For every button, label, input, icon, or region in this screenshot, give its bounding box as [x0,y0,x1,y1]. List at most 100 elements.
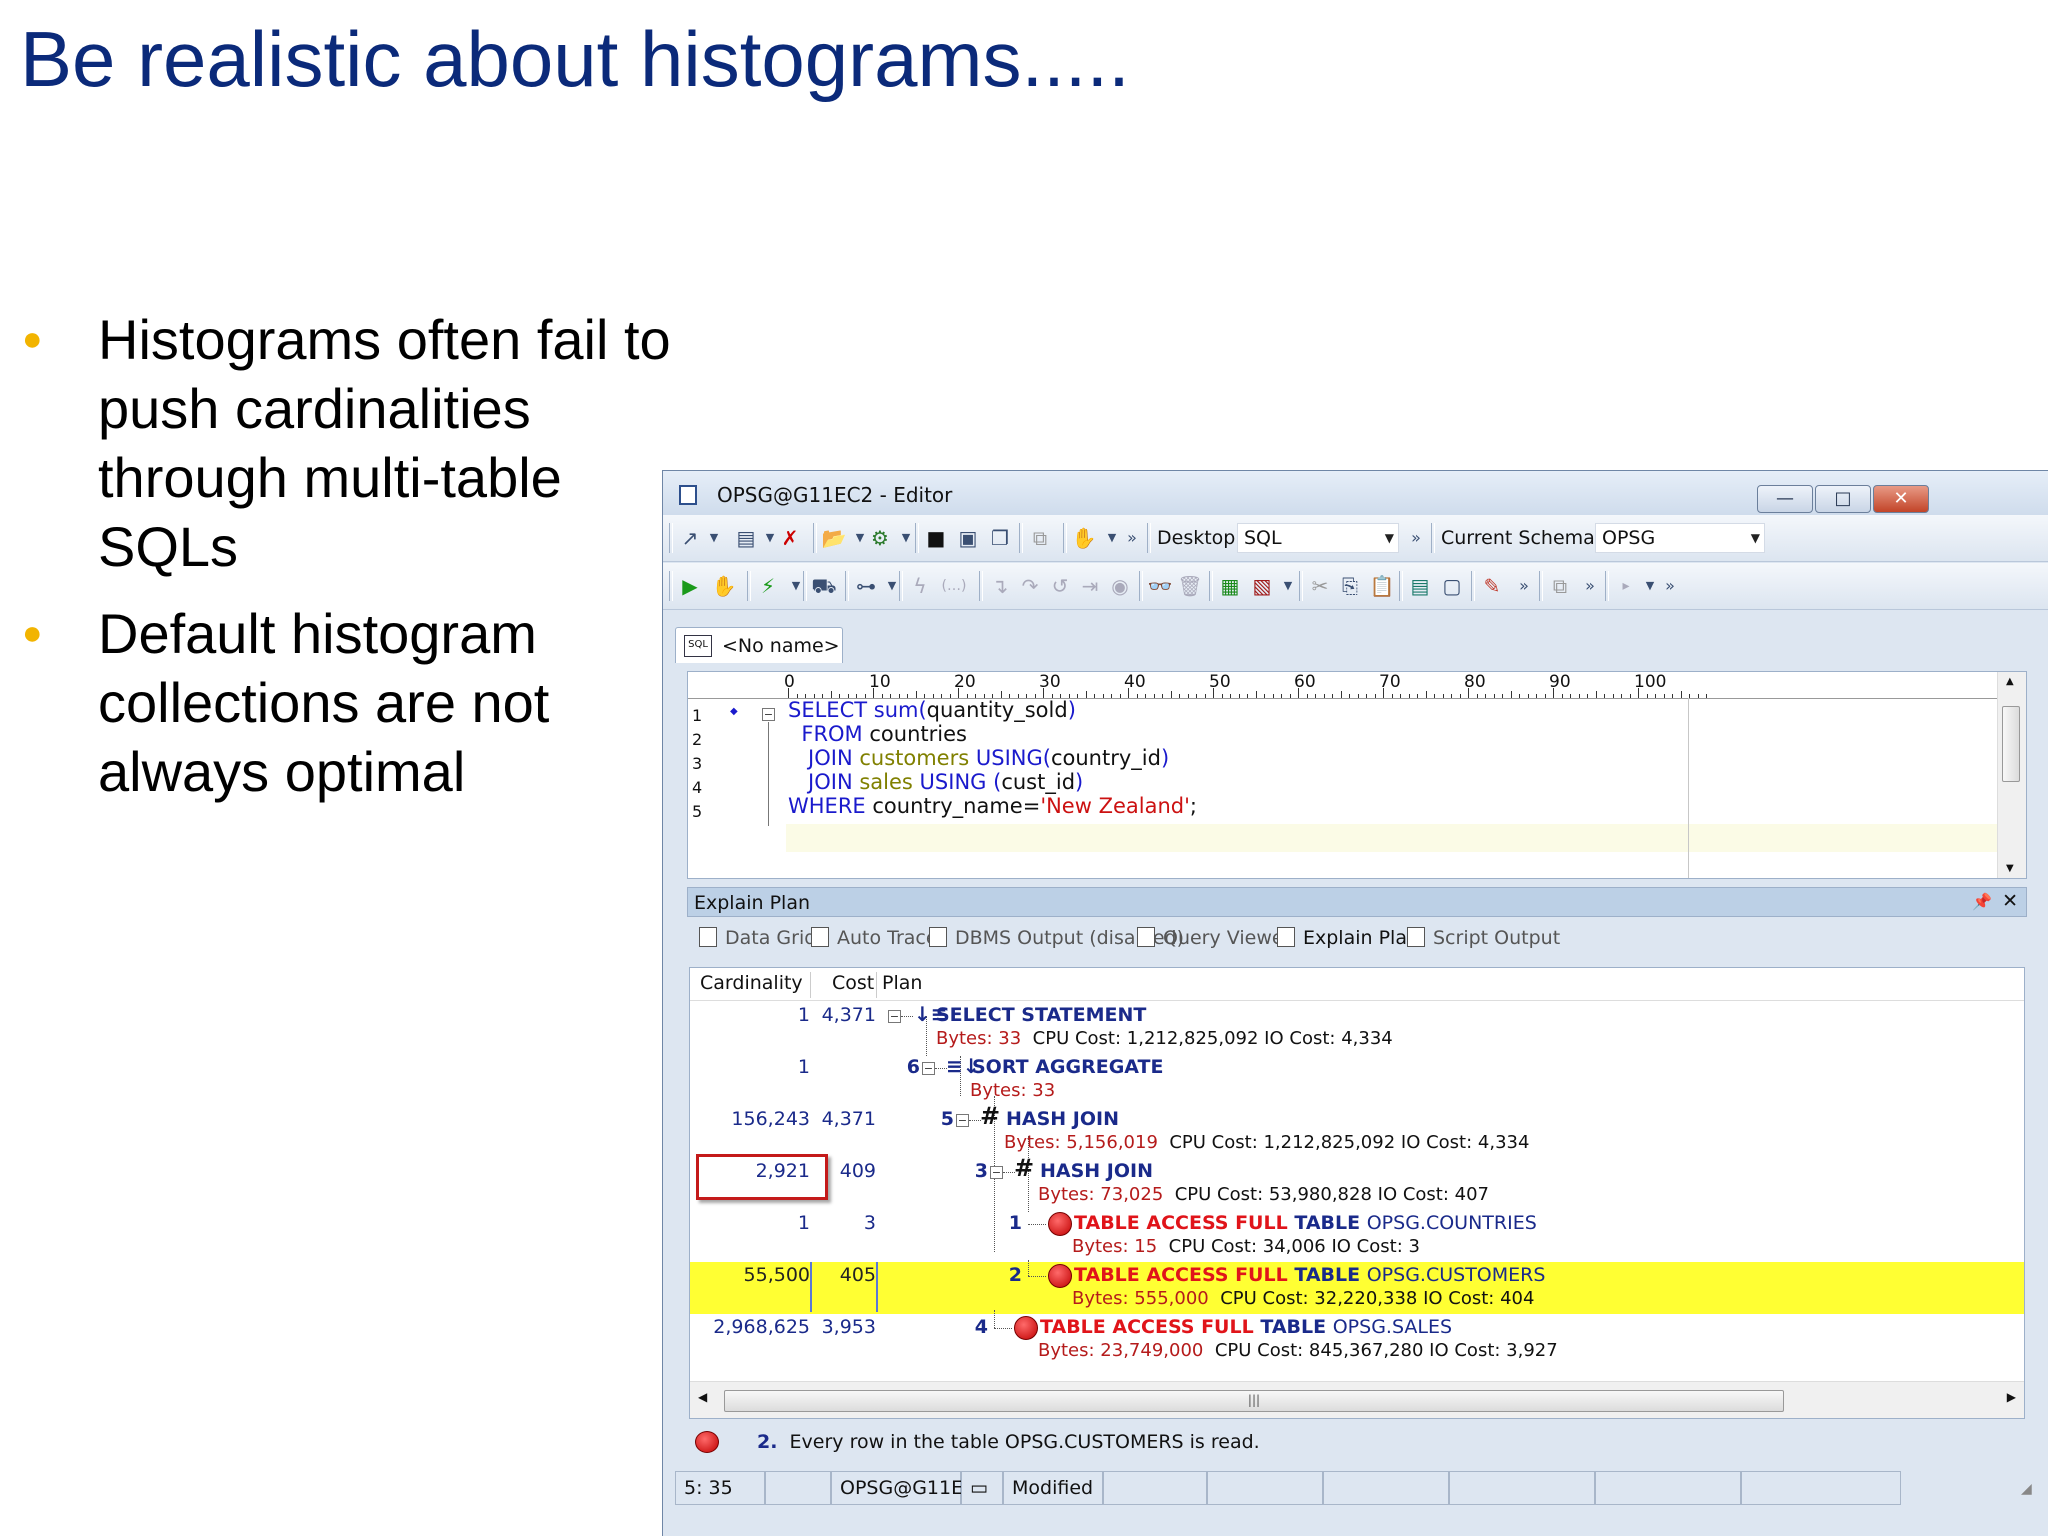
dropdown-arrow-icon[interactable]: ▼ [701,525,727,551]
step-out-icon[interactable]: ↺ [1047,573,1073,599]
table-row[interactable]: 2,921 409 3 − # HASH JOIN Bytes: 73,025 … [690,1154,2024,1210]
highlight-icon[interactable]: ✋ [1071,525,1097,551]
description-text: 2. Every row in the table OPSG.CUSTOMERS… [757,1431,1260,1453]
column-header-cardinality[interactable]: Cardinality [700,972,803,994]
code-line-4: JOIN sales USING (cust_id) [808,770,1084,794]
watch-icon[interactable]: 👓 [1147,573,1173,599]
table-row[interactable]: 1 4,371 − ↓≡ SELECT STATEMENT Bytes: 33 … [690,1002,2024,1054]
grid-horizontal-scrollbar[interactable]: ◀ ||| ▶ [690,1381,2024,1418]
trace-icon[interactable]: ϟ [907,573,933,599]
run-to-cursor-icon[interactable]: ⇥ [1077,573,1103,599]
table-row[interactable]: 156,243 4,371 5 − # HASH JOIN Bytes: 5,1… [690,1102,2024,1158]
scroll-left-icon[interactable]: ◀ [698,1390,707,1404]
more-chevron-icon[interactable]: » [1119,525,1145,551]
explain-plan-icon[interactable]: ⛟ [811,573,837,599]
execute-script-icon[interactable]: ⚡ [755,573,781,599]
ruler-tick [1374,694,1376,698]
collapse-icon[interactable]: − [990,1166,1003,1179]
scrollbar-thumb[interactable] [2002,706,2020,782]
stop-icon[interactable]: ✋ [711,573,737,599]
save-all-icon[interactable]: ❐ [987,525,1013,551]
new-page-icon[interactable]: ▢ [1439,573,1465,599]
new-sql-icon[interactable]: ▤ [733,525,759,551]
scrollbar-thumb[interactable]: ||| [724,1390,1784,1412]
window-titlebar[interactable]: OPSG@G11EC2 - Editor — □ ✕ [663,471,2048,516]
query-builder-icon[interactable]: ⊶ [853,573,879,599]
connect-icon[interactable]: ↗ [677,525,703,551]
collapse-icon[interactable]: − [922,1062,935,1075]
line-gutter: 1 2 3 4 5 ◆ − [688,698,783,878]
save-icon[interactable]: ■ [923,525,949,551]
collapse-icon[interactable]: − [762,708,775,721]
ruler-tick [1289,694,1291,698]
table-row[interactable]: 2,968,625 3,953 4 TABLE ACCESS FULL TABL… [690,1310,2024,1366]
toolbar-separator [1431,523,1435,553]
scroll-up-icon[interactable]: ▲ [2006,676,2014,687]
window-list-icon[interactable]: ⧉ [1547,573,1573,599]
step-over-icon[interactable]: ↷ [1017,573,1043,599]
rollback-icon[interactable]: ▧ [1249,573,1275,599]
editor-vertical-scrollbar[interactable]: ▲ ▼ [1997,672,2026,878]
ruler-tick [1476,694,1478,698]
open-folder-icon[interactable]: 📂 [821,525,847,551]
cut-icon[interactable]: ✂ [1307,573,1333,599]
tab-explain-plan[interactable]: Explain Plan [1277,927,1419,949]
close-icon[interactable]: ✕ [2002,890,2018,912]
maximize-button[interactable]: □ [1815,485,1871,513]
tab-auto-trace[interactable]: Auto Trace [811,927,938,949]
ruler-tick [1230,694,1231,698]
collapse-icon[interactable]: − [956,1114,969,1127]
collapse-icon[interactable]: − [888,1010,901,1023]
column-header-plan[interactable]: Plan [882,972,922,994]
more-chevron-icon[interactable]: » [1657,573,1683,599]
ruler-tick [1187,694,1189,698]
desktop-select[interactable]: SQL ▼ [1237,523,1399,553]
parameters-icon[interactable]: (…) [941,573,967,599]
more-chevron-icon[interactable]: » [1403,525,1429,551]
ruler-tick [1119,694,1121,698]
scroll-right-icon[interactable]: ▶ [2007,1390,2016,1404]
tab-data-grid[interactable]: Data Grid [699,927,816,949]
step-number: 6 [906,1056,920,1078]
breakpoint-icon[interactable]: ◉ [1107,573,1133,599]
explain-plan-icon [1277,927,1295,947]
minimize-button[interactable]: — [1757,485,1813,513]
ruler-tick [1587,694,1588,698]
paste-icon[interactable]: 📋 [1369,573,1395,599]
evaluate-icon[interactable]: 🗑 [1177,573,1203,599]
status-cell [1741,1471,1901,1505]
more-chevron-icon[interactable]: » [1511,573,1537,599]
resize-grip-icon[interactable]: ◢ [2021,1481,2032,1497]
compare-icon[interactable]: ⧉ [1027,525,1053,551]
explain-plan-grid[interactable]: Cardinality Cost Plan 1 4,371 − ↓≡ SELEC… [689,967,2025,1419]
step-into-icon[interactable]: ↴ [987,573,1013,599]
sql-editor[interactable]: 0 10 20 30 40 50 60 70 80 90 100 1 2 3 4 5 ◆ − SEL… [687,671,2027,879]
clear-icon[interactable]: ✎ [1479,573,1505,599]
current-schema-select[interactable]: OPSG ▼ [1595,523,1765,553]
plan-operation: HASH JOIN [1006,1108,1119,1130]
format-code-icon[interactable]: ▤ [1407,573,1433,599]
commit-icon[interactable]: ▦ [1217,573,1243,599]
pin-icon[interactable]: 📌 [1972,892,1992,911]
schema-browser-icon[interactable]: ⚙ [867,525,893,551]
tab-query-viewer[interactable]: Query Viewer [1137,927,1291,949]
chevron-down-icon: ▼ [1750,531,1760,545]
table-row[interactable]: 1 6 − ≡↓ SORT AGGREGATE Bytes: 33 [690,1054,2024,1106]
table-row[interactable]: 1 3 1 TABLE ACCESS FULL TABLE OPSG.COUNT… [690,1210,2024,1262]
cost-cell: 3 [863,1212,876,1234]
bullet-item: ● Histograms often fail to push cardinal… [18,305,698,581]
save-as-icon[interactable]: ▣ [955,525,981,551]
more-chevron-icon[interactable]: » [1577,573,1603,599]
tab-no-name[interactable]: SQL <No name> [675,627,843,663]
scroll-down-icon[interactable]: ▼ [2006,863,2014,874]
next-icon[interactable]: ▸ [1613,573,1639,599]
close-button[interactable]: ✕ [1873,485,1929,513]
ruler-tick [1578,694,1580,698]
copy-icon[interactable]: ⎘ [1337,573,1363,599]
column-header-cost[interactable]: Cost [832,972,874,994]
disconnect-icon[interactable]: ✗ [777,525,803,551]
execute-icon[interactable]: ▶ [677,573,703,599]
tab-script-output[interactable]: Script Output [1407,927,1560,949]
dropdown-arrow-icon[interactable]: ▼ [1275,573,1301,599]
table-row-selected[interactable]: 55,500 405 2 TABLE ACCESS FULL TABLE OPS… [690,1260,2024,1314]
